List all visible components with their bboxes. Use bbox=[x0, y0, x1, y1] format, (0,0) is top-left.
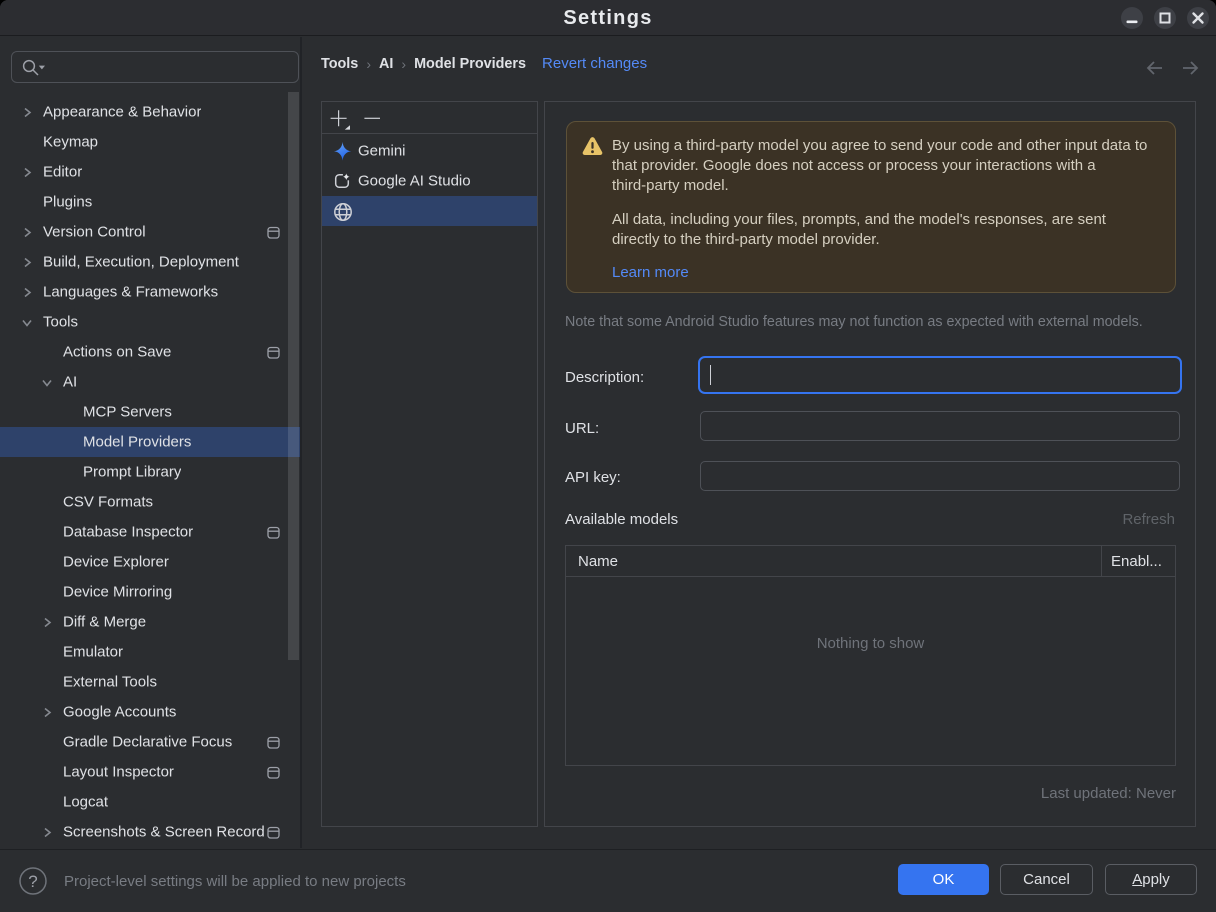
svg-text:?: ? bbox=[28, 872, 37, 891]
